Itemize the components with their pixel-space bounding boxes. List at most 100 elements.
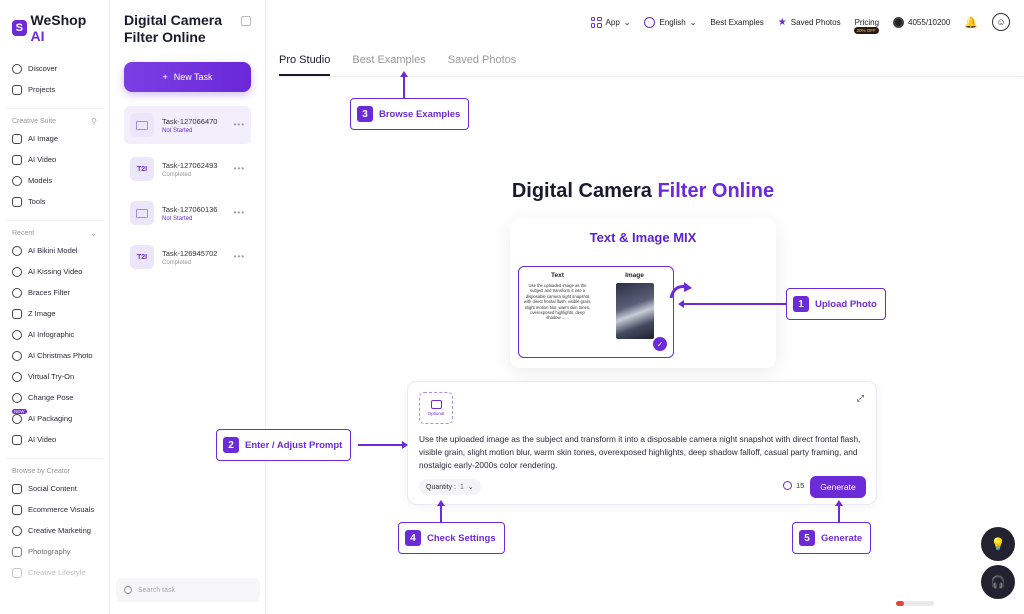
tab-bar: Pro Studio Best Examples Saved Photos [279,54,516,76]
progress-indicator [896,601,934,606]
nav-discover[interactable]: Discover [6,58,103,79]
section-creative-suite: Creative Suite ⚲ [6,108,103,128]
annotation-check-settings: 4 Check Settings [398,522,505,554]
sparkle-icon [12,245,22,256]
annotation-arrow [838,505,840,522]
nav-recent-item[interactable]: AI Christmas Photo [6,345,103,366]
annotation-arrowhead [400,71,408,77]
prompt-card: Optional ⤢ Use the uploaded image as the… [407,381,877,505]
nav-recent-item[interactable]: AI Video [6,429,103,450]
chevron-down-icon: ⌄ [467,484,474,491]
pose-icon [12,392,22,403]
chevron-down-icon: ⌄ [623,17,631,27]
bookmark-icon[interactable] [241,16,251,26]
cart-icon [12,504,22,515]
credits-balance[interactable]: 4055/10200 [893,16,950,28]
person-icon [12,371,22,382]
search-icon[interactable]: ⚲ [91,117,97,126]
t2i-thumb: T2I [130,245,154,269]
task-item[interactable]: T2I Task-126945702 Completed ••• [124,238,251,276]
discount-badge: 20% OFF [853,26,879,34]
avatar[interactable]: ☺ [992,13,1010,31]
nav-projects[interactable]: Projects [6,79,103,100]
nav-creator-item[interactable]: Creative Marketing [6,520,103,541]
sparkle-icon [12,266,22,277]
task-panel: Digital Camera Filter Online + New Task T… [110,0,266,614]
optional-image-upload[interactable]: Optional [419,392,453,424]
more-icon[interactable]: ••• [234,252,245,261]
palette-icon [12,525,22,536]
search-task-input[interactable]: Search task [116,578,260,602]
quantity-select[interactable]: Quantity :1 ⌄ [419,479,481,495]
image-thumb-icon [130,201,154,225]
nav-tools[interactable]: Tools [6,191,103,212]
camera-icon [12,546,22,557]
apps-grid-icon [590,16,602,28]
annotation-generate: 5 Generate [792,522,872,554]
nav-recent-item[interactable]: AI Bikini Model [6,240,103,261]
logo-ai: AI [30,28,45,44]
video-icon [12,154,22,165]
tab-best-examples[interactable]: Best Examples [352,54,425,76]
tab-divider [279,76,1023,77]
generate-button[interactable]: Generate [810,476,866,498]
more-icon[interactable]: ••• [234,208,245,217]
mix-preview[interactable]: Text Use the uploaded image as the subje… [518,266,674,358]
logo-icon: S [12,20,27,36]
sparkle-icon [12,350,22,361]
saved-photos-link[interactable]: ★ Saved Photos [778,17,841,28]
headset-icon: 🎧 [990,575,1006,589]
section-browse-by-creator: Browse by Creator [6,458,103,478]
plus-icon: + [162,72,168,82]
more-icon[interactable]: ••• [234,164,245,173]
nav-creator-item[interactable]: Social Content [6,478,103,499]
nav-ai-video[interactable]: AI Video [6,149,103,170]
app-menu[interactable]: App ⌄ [590,16,631,28]
image-thumb-icon [130,113,154,137]
more-icon[interactable]: ••• [234,120,245,129]
social-icon [12,483,22,494]
logo-name: WeShop [30,12,87,28]
annotation-arrow [440,505,442,522]
upload-arrow-icon [669,282,692,299]
nav-recent-item[interactable]: Z Image [6,303,103,324]
section-recent[interactable]: Recent ⌄ [6,220,103,240]
hero-title: Digital Camera Filter Online [511,180,775,202]
nav-recent-item[interactable]: Change Pose [6,387,103,408]
nav-recent-item[interactable]: NEW AI Packaging [6,408,103,429]
nav-creator-item[interactable]: Photography [6,541,103,562]
pricing-link[interactable]: Pricing 20% OFF [853,18,879,34]
nav-recent-item[interactable]: AI Kissing Video [6,261,103,282]
nav-ai-image[interactable]: AI Image [6,128,103,149]
nav-recent-item[interactable]: AI Infographic [6,324,103,345]
mix-image-header: Image [625,272,644,279]
language-select[interactable]: English ⌄ [644,16,697,28]
nav-models[interactable]: Models [6,170,103,191]
task-item[interactable]: Task-127066470 Not Started ••• [124,106,251,144]
text-image-mix-card: Text & Image MIX Text Use the uploaded i… [510,218,776,368]
nav-creator-item[interactable]: Ecommerce Visuals [6,499,103,520]
expand-icon[interactable]: ⤢ [857,393,864,404]
left-navigation: S WeShop AI Discover Projects Creative S… [0,0,110,614]
task-item[interactable]: T2I Task-127062493 Completed ••• [124,150,251,188]
bell-icon[interactable]: 🔔 [964,16,978,29]
folder-icon [12,84,22,95]
tab-pro-studio[interactable]: Pro Studio [279,54,331,76]
annotation-arrowhead [437,500,445,506]
lightbulb-button[interactable]: 💡 [981,527,1015,561]
chevron-down-icon: ⌄ [689,17,697,27]
support-button[interactable]: 🎧 [981,565,1015,599]
prompt-input[interactable]: Use the uploaded image as the subject an… [419,433,869,472]
globe-icon [644,16,656,28]
tools-grid-icon [12,196,22,207]
new-task-button[interactable]: + New Task [124,62,251,92]
credit-icon [783,481,792,490]
best-examples-link[interactable]: Best Examples [710,18,763,27]
nav-recent-item[interactable]: Braces Filter [6,282,103,303]
task-item[interactable]: Task-127060136 Not Started ••• [124,194,251,232]
z-icon [12,308,22,319]
nav-creator-item[interactable]: Creative Lifestyle [6,562,103,583]
logo[interactable]: S WeShop AI [6,10,103,58]
tab-saved-photos[interactable]: Saved Photos [448,54,517,76]
nav-recent-item[interactable]: Virtual Try-On [6,366,103,387]
